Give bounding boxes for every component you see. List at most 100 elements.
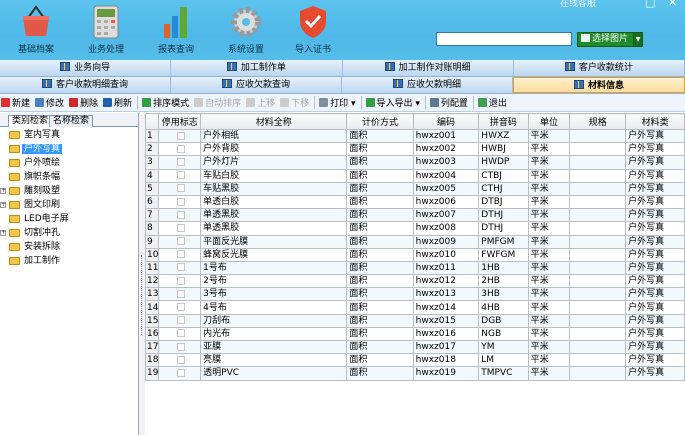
tab-4[interactable]: 客户收款统计 (514, 60, 685, 76)
disabled-checkbox[interactable] (176, 144, 185, 153)
tree-node[interactable]: 旗帜条幅 (0, 170, 138, 184)
table-row[interactable]: 19 透明PVC 面积 hwxz019 TMPVC 平米 户外写真 (145, 366, 685, 381)
toolbar-button-6[interactable]: 自动排序 (194, 96, 241, 109)
expand-icon[interactable]: + (0, 188, 6, 194)
tab-3[interactable]: 加工制作对账明细 (343, 60, 514, 76)
tab-2[interactable]: 加工制作单 (171, 60, 343, 76)
disabled-checkbox[interactable] (176, 223, 185, 232)
column-header[interactable] (145, 113, 160, 130)
toolbar-button-11[interactable]: 列配置 (429, 96, 468, 109)
table-row[interactable]: 15 刀刮布 面积 hwxz015 DGB 平米 户外写真 (145, 313, 685, 328)
disabled-checkbox[interactable] (176, 368, 185, 377)
disabled-checkbox[interactable] (176, 197, 185, 206)
column-header[interactable]: 停用标志 (158, 113, 202, 130)
row-number: 1 (145, 128, 160, 144)
table-row[interactable]: 12 2号布 面积 hwxz012 2HB 平米 户外写真 (145, 274, 685, 289)
table-row[interactable]: 13 3号布 面积 hwxz013 3HB 平米 户外写真 (145, 287, 685, 302)
tab-3[interactable]: 应收欠款明细 (342, 77, 513, 93)
table-row[interactable]: 14 4号布 面积 hwxz014 4HB 平米 户外写真 (145, 300, 685, 315)
table-row[interactable]: 9 平面反光膜 面积 hwxz009 PMFGM 平米 户外写真 (145, 234, 685, 249)
table-row[interactable]: 17 亚膜 面积 hwxz017 YM 平米 户外写真 (145, 339, 685, 355)
toolbar-button-7[interactable]: 上移 (246, 96, 275, 109)
toolbar-button-8[interactable]: 下移 (280, 96, 309, 109)
tree-node-label: 旗帜条幅 (24, 172, 61, 182)
toolbar-button-3[interactable]: 删除 (69, 96, 98, 109)
disabled-checkbox[interactable] (176, 316, 185, 325)
tab-1[interactable]: 客户收款明细查询 (0, 77, 171, 93)
toolbar-button-12[interactable]: 退出 (477, 96, 507, 109)
disabled-checkbox[interactable] (176, 210, 185, 219)
tree-node[interactable]: LED电子屏 (0, 212, 138, 226)
disabled-checkbox[interactable] (176, 184, 185, 193)
toolbar-button-1[interactable]: 新建 (1, 96, 30, 109)
tree-node[interactable]: 户外喷绘 (0, 156, 138, 170)
tree-node[interactable]: + 切割冲孔 (0, 226, 138, 240)
table-row[interactable]: 11 1号布 面积 hwxz011 1HB 平米 户外写真 (145, 260, 685, 276)
disabled-checkbox[interactable] (176, 250, 185, 259)
table-row[interactable]: 5 车贴黑胶 面积 hwxz005 CTHJ 平米 户外写真 (145, 181, 685, 196)
search-input[interactable] (436, 32, 572, 46)
table-cell: 户外写真 (625, 155, 685, 170)
table-row[interactable]: 1 户外相纸 面积 hwxz001 HWXZ 平米 户外写真 (145, 128, 685, 144)
toolbar-button-10[interactable]: 导入导出 ▾ (365, 96, 420, 109)
disabled-checkbox[interactable] (176, 157, 185, 166)
toolbar-button-5[interactable]: 排序模式 (142, 96, 189, 109)
tab-4[interactable]: 材料信息 (513, 77, 685, 93)
column-header[interactable]: 拼音码 (478, 113, 529, 130)
tab-name-search[interactable]: 名称检索 (49, 115, 94, 127)
table-row[interactable]: 4 车贴白胶 面积 hwxz004 CTBJ 平米 户外写真 (145, 168, 685, 183)
tab-category-search[interactable]: 类别检索 (8, 115, 53, 127)
tree-node-label: 加工制作 (24, 256, 61, 266)
column-header[interactable]: 计价方式 (346, 113, 414, 130)
column-header[interactable]: 单位 (527, 113, 571, 130)
tree-node-label: 户外喷绘 (24, 158, 61, 168)
tree-node[interactable]: 室内写真 (0, 128, 138, 142)
column-header[interactable]: 编码 (412, 113, 480, 130)
column-header[interactable]: 材料全称 (200, 113, 348, 130)
disabled-checkbox[interactable] (176, 329, 185, 338)
disabled-checkbox[interactable] (176, 289, 185, 298)
header-button-1[interactable]: 基础档案 (6, 4, 66, 55)
disabled-checkbox[interactable] (176, 342, 185, 351)
table-row[interactable]: 16 内光布 面积 hwxz016 NGB 平米 户外写真 (145, 326, 685, 342)
splitter-grip[interactable] (141, 255, 143, 335)
disabled-checkbox[interactable] (176, 263, 185, 272)
header-button-4[interactable]: 系统设置 (216, 4, 276, 55)
disabled-checkbox[interactable] (176, 131, 185, 140)
column-header[interactable]: 材料类 (625, 113, 685, 130)
disabled-checkbox[interactable] (176, 171, 185, 180)
column-header[interactable]: 规格 (569, 113, 627, 130)
table-row[interactable]: 6 单透白胶 面积 hwxz006 DTBJ 平米 户外写真 (145, 194, 685, 210)
table-row[interactable]: 18 亮膜 面积 hwxz018 LM 平米 户外写真 (145, 353, 685, 368)
disabled-checkbox[interactable] (176, 276, 185, 285)
header-button-3[interactable]: 报表查询 (146, 4, 206, 55)
disabled-checkbox[interactable] (176, 237, 185, 246)
tree-node[interactable]: 安装拆除 (0, 240, 138, 254)
table-row[interactable]: 7 单透黑胶 面积 hwxz007 DTHJ 平米 户外写真 (145, 208, 685, 223)
table-row[interactable]: 10 蜂窝反光膜 面积 hwxz010 FWFGM 平米 户外写真 (145, 247, 685, 262)
expand-icon[interactable]: + (0, 230, 6, 236)
expand-icon[interactable]: + (0, 202, 6, 208)
dropdown-arrow-icon[interactable]: ▼ (633, 33, 642, 46)
table-cell: 户外写真 (625, 326, 685, 342)
tree-node[interactable]: + 雕刻吸塑 (0, 184, 138, 198)
toolbar-button-9[interactable]: 打印 ▾ (319, 96, 356, 109)
header-button-5[interactable]: 导入证书 (283, 4, 343, 55)
header-button-2[interactable]: 业务处理 (76, 4, 136, 55)
table-row[interactable]: 8 单透黑胶 面积 hwxz008 DTHJ 平米 户外写真 (145, 221, 685, 236)
restore-icon[interactable]: □ (645, 0, 655, 9)
tree-node[interactable]: + 图文印刷 (0, 198, 138, 212)
tree-node[interactable]: 户外写真 (0, 142, 138, 156)
close-icon[interactable]: ✕ (668, 0, 677, 9)
table-row[interactable]: 2 户外背胶 面积 hwxz002 HWBJ 平米 户外写真 (145, 142, 685, 157)
toolbar-button-4[interactable]: 刷新 (103, 96, 132, 109)
tab-1[interactable]: 业务向导 (0, 60, 172, 76)
toolbar-button-2[interactable]: 修改 (35, 96, 64, 109)
online-service-link[interactable]: 在线客服 (560, 0, 596, 9)
table-row[interactable]: 3 户外灯片 面积 hwxz003 HWDP 平米 户外写真 (145, 155, 685, 170)
tab-2[interactable]: 应收欠款查询 (171, 77, 342, 93)
disabled-checkbox[interactable] (176, 303, 185, 312)
tree-node[interactable]: 加工制作 (0, 254, 138, 268)
select-image-button[interactable]: 选择图片 ▼ (577, 32, 643, 47)
disabled-checkbox[interactable] (176, 355, 185, 364)
